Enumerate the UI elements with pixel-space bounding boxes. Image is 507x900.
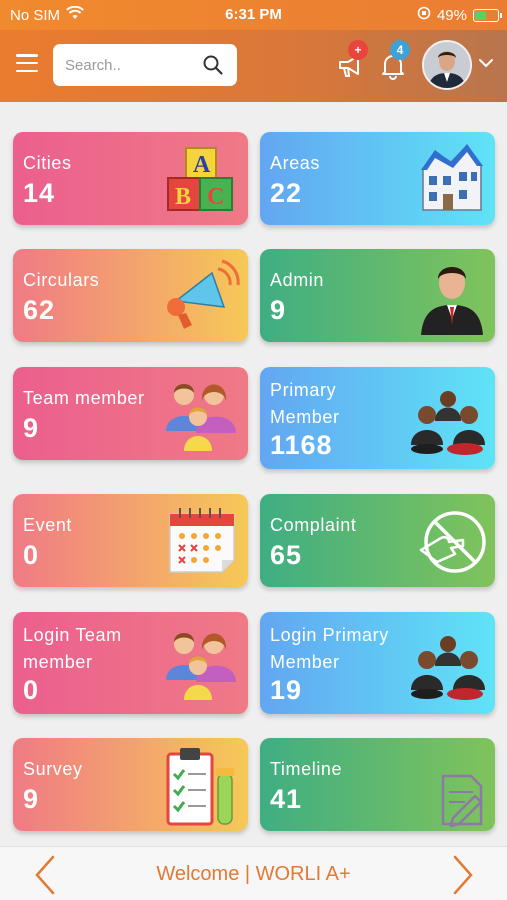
card-label: Complaint — [270, 515, 357, 535]
battery-icon — [473, 8, 502, 22]
card-login-primary-member[interactable]: Login Primary Member 19 — [260, 612, 495, 714]
chevron-right-icon[interactable] — [452, 855, 474, 900]
search-input[interactable] — [65, 56, 195, 74]
megaphone-icon — [167, 259, 240, 329]
card-event[interactable]: Event 0 — [13, 494, 248, 587]
abc-blocks-icon: A B C — [167, 147, 233, 211]
card-timeline[interactable]: Timeline 41 — [260, 738, 495, 831]
clipboard-checklist-icon — [166, 748, 234, 826]
card-label: Event — [23, 515, 73, 535]
card-label: Areas — [270, 153, 321, 173]
complaint-hand-icon — [419, 511, 486, 573]
announcement-button[interactable]: + — [336, 40, 368, 80]
card-value: 22 — [270, 178, 303, 208]
family-group-icon — [166, 633, 236, 700]
building-icon — [421, 144, 483, 211]
card-circulars[interactable]: Circulars 62 — [13, 249, 248, 342]
card-value: 14 — [23, 178, 56, 208]
card-value: 65 — [270, 540, 303, 570]
card-label: Login Primary Member — [270, 625, 389, 672]
welcome-text: Welcome | WORLI A+ — [156, 863, 351, 885]
card-value: 62 — [23, 295, 56, 325]
profile-avatar[interactable] — [422, 40, 472, 90]
card-login-team-member[interactable]: Login Team member 0 — [13, 612, 248, 714]
card-cities[interactable]: Cities 14 A B C — [13, 132, 248, 225]
member-group-icon — [411, 636, 485, 700]
card-label: Admin — [270, 270, 325, 290]
calendar-icon — [169, 508, 235, 573]
status-bar: No SIM 6:31 PM 49% — [0, 0, 507, 30]
timeline-document-icon — [441, 774, 483, 828]
notification-button[interactable]: 4 — [378, 40, 410, 80]
card-complaint[interactable]: Complaint 65 — [260, 494, 495, 587]
card-value: 9 — [23, 784, 40, 814]
notification-badge: 4 — [390, 40, 410, 60]
card-label: Team member — [23, 388, 145, 408]
card-value: 9 — [270, 295, 287, 325]
card-value: 9 — [23, 413, 40, 443]
card-primary-member[interactable]: Primary Member 1168 — [260, 367, 495, 469]
battery-percent: 49% — [436, 6, 467, 24]
member-group-icon — [411, 391, 485, 455]
search-field[interactable] — [53, 44, 237, 86]
status-right: 49% — [417, 6, 502, 24]
svg-text:A: A — [193, 152, 211, 178]
admin-user-icon — [421, 267, 483, 335]
card-value: 19 — [270, 675, 303, 705]
svg-text:C: C — [207, 184, 224, 210]
card-admin[interactable]: Admin 9 — [260, 249, 495, 342]
card-label: Circulars — [23, 270, 100, 290]
card-label: Survey — [23, 759, 83, 779]
card-value: 0 — [23, 675, 40, 705]
user-photo-icon — [424, 42, 470, 88]
card-label: Cities — [23, 153, 72, 173]
announcement-badge: + — [348, 40, 368, 60]
card-value: 1168 — [270, 430, 333, 460]
card-label: Primary Member — [270, 380, 340, 427]
chevron-down-icon[interactable] — [478, 56, 494, 74]
orientation-lock-icon — [417, 6, 431, 24]
app-header: + 4 — [0, 30, 507, 102]
family-group-icon — [166, 384, 236, 451]
svg-text:B: B — [175, 184, 191, 210]
card-areas[interactable]: Areas 22 — [260, 132, 495, 225]
card-label: Timeline — [270, 759, 343, 779]
footer-bar: Welcome | WORLI A+ — [0, 846, 507, 900]
card-value: 0 — [23, 540, 40, 570]
card-label: Login Team member — [23, 625, 122, 672]
card-team-member[interactable]: Team member 9 — [13, 367, 248, 460]
search-icon[interactable] — [203, 55, 223, 80]
card-value: 41 — [270, 784, 303, 814]
hamburger-menu-icon[interactable] — [16, 54, 38, 72]
card-survey[interactable]: Survey 9 — [13, 738, 248, 831]
